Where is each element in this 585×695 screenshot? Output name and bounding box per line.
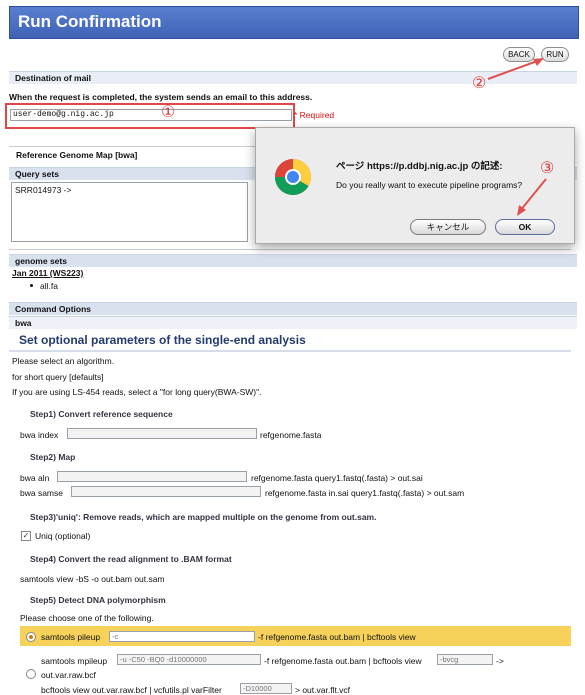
- tool-name: bwa: [9, 316, 577, 329]
- dialog-title: ページ https://p.ddbj.nig.ac.jp の記述:: [336, 161, 503, 172]
- intro-line-2: for short query [defaults]: [12, 372, 104, 382]
- bwa-index-options-field[interactable]: [67, 428, 257, 439]
- intro-line-1: Please select an algorithm.: [12, 356, 115, 366]
- step2-aln-cmd: bwa aln: [20, 473, 50, 483]
- chrome-icon: [275, 159, 311, 196]
- uniq-label: Uniq (optional): [35, 531, 91, 541]
- dialog-message: Do you really want to execute pipeline p…: [336, 180, 523, 190]
- command-options-header: Command Options: [9, 302, 577, 315]
- opt2-arrow: ->: [496, 656, 504, 666]
- page-title: Run Confirmation: [18, 12, 162, 31]
- step2-samse-cmd: bwa samse: [20, 488, 63, 498]
- opt2-line2: out.var.raw.bcf: [41, 670, 96, 680]
- pileup-radio[interactable]: [26, 632, 36, 642]
- genome-release: Jan 2011 (WS223): [12, 268, 84, 278]
- genome-sets-header: genome sets: [9, 254, 577, 267]
- mpileup-options-field[interactable]: -u -C50 -BQ0 -d10000000: [117, 654, 261, 665]
- step3-title: Step3)'uniq': Remove reads, which are ma…: [30, 512, 377, 522]
- bwa-samse-options-field[interactable]: [71, 486, 261, 497]
- list-item[interactable]: SRR014973 ->: [12, 183, 247, 197]
- opt2-mid: -f refgenome.fasta out.bam | bcftools vi…: [264, 656, 422, 666]
- query-sets-list[interactable]: SRR014973 ->: [11, 182, 248, 242]
- options-heading: Set optional parameters of the single-en…: [19, 333, 306, 347]
- ok-button[interactable]: OK: [495, 219, 555, 235]
- email-field[interactable]: user-demo@g.nig.ac.jp: [10, 109, 292, 121]
- step5-choose: Please choose one of the following.: [20, 613, 154, 623]
- varfilter-options-field[interactable]: -D10000: [240, 683, 292, 694]
- step5-title: Step5) Detect DNA polymorphism: [30, 595, 166, 605]
- step1-suffix: refgenome.fasta: [260, 430, 322, 440]
- step4-title: Step4) Convert the read alignment to .BA…: [30, 554, 232, 564]
- annotation-arrow-two: [487, 58, 544, 80]
- step2-aln-suffix: refgenome.fasta query1.fastq(.fasta) > o…: [251, 473, 423, 483]
- uniq-checkbox[interactable]: ✓: [21, 531, 31, 541]
- reference-genome-title: Reference Genome Map [bwa]: [16, 150, 138, 160]
- intro-line-3: If you are using LS-454 reads, select a …: [12, 387, 262, 397]
- mail-description: When the request is completed, the syste…: [9, 92, 313, 102]
- pileup-options-field[interactable]: -c: [109, 631, 255, 642]
- bullet-icon: [30, 284, 33, 287]
- required-label: * Required: [294, 110, 335, 120]
- opt1-suffix: -f refgenome.fasta out.bam | bcftools vi…: [258, 632, 416, 642]
- annotation-arrow-three: [517, 178, 547, 216]
- mpileup-radio[interactable]: [26, 669, 36, 679]
- page-title-bar: Run Confirmation: [9, 6, 579, 39]
- opt2-cmd: samtools mpileup: [41, 656, 108, 666]
- genome-file: all.fa: [40, 281, 58, 291]
- bcftools-options-field[interactable]: -bvcg: [437, 654, 493, 665]
- bwa-aln-options-field[interactable]: [57, 471, 247, 482]
- step1-title: Step1) Convert reference sequence: [30, 409, 173, 419]
- opt1-cmd: samtools pileup: [41, 632, 101, 642]
- annotation-one: ①: [161, 104, 176, 121]
- step2-samse-suffix: refgenome.fasta in.sai query1.fastq(.fas…: [265, 488, 465, 498]
- cancel-button[interactable]: キャンセル: [410, 219, 486, 235]
- step4-cmd: samtools view -bS -o out.bam out.sam: [20, 574, 165, 584]
- step2-title: Step2) Map: [30, 452, 76, 462]
- step1-cmd: bwa index: [20, 430, 59, 440]
